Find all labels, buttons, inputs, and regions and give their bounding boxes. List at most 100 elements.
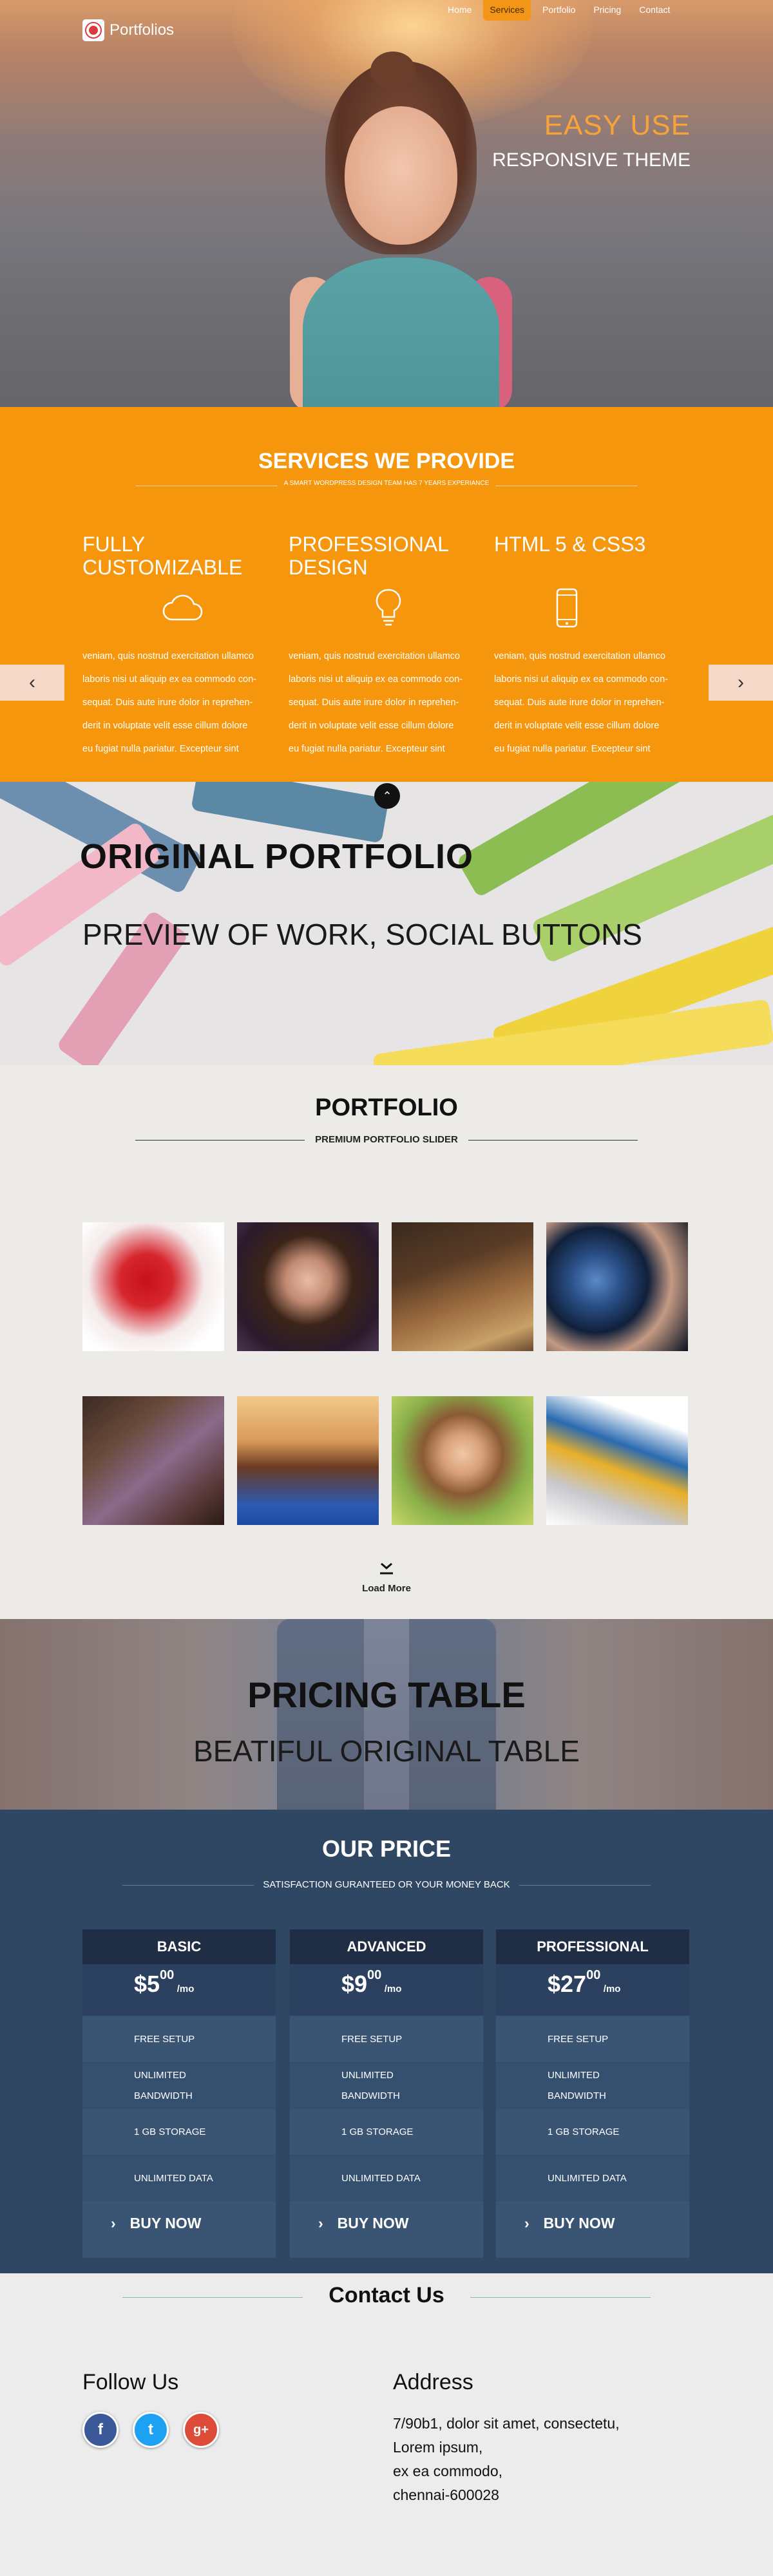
site-logo[interactable]: Portfolios (82, 19, 174, 41)
service-line: sequat. Duis aute irure dolor in reprehe… (494, 697, 665, 708)
service-line: sequat. Duis aute irure dolor in reprehe… (82, 697, 253, 708)
chevron-right-icon: › (318, 2214, 323, 2231)
buy-now-button[interactable]: › BUY NOW (496, 2201, 689, 2245)
hero-photo-dress (303, 258, 499, 407)
buy-now-button[interactable]: › BUY NOW (290, 2201, 483, 2245)
scroll-up-button[interactable]: ⌃ (374, 783, 400, 809)
pricing-plan-professional: PROFESSIONAL $2700 /mo FREE SETUP UNLIMI… (496, 1929, 689, 2258)
pricing-banner: PRICING TABLE BEATIFUL ORIGINAL TABLE (0, 1619, 773, 1810)
buy-now-button[interactable]: › BUY NOW (82, 2201, 276, 2245)
address-line: ex ea commodo, (393, 2463, 503, 2479)
portfolio-thumbnail[interactable] (82, 1222, 224, 1351)
banner-pencil (191, 782, 389, 844)
pricing-plan-advanced: ADVANCED $900 /mo FREE SETUP UNLIMITED BA… (290, 1929, 483, 2258)
portfolio-title: PORTFOLIO (315, 1094, 458, 1121)
service-item: FULLY CUSTOMIZABLE veniam, quis nostrud e… (82, 533, 282, 761)
plan-feature: 1 GB STORAGE (496, 2108, 689, 2155)
portfolio-section: PORTFOLIO PREMIUM PORTFOLIO SLIDER Load … (0, 1065, 773, 1619)
address-title: Address (393, 2370, 473, 2394)
service-line: laboris nisi ut aliquip ex ea commodo co… (494, 674, 668, 685)
plan-feature: UNLIMITED DATA (496, 2155, 689, 2201)
plan-price-period: /mo (384, 1984, 402, 1994)
service-title-line: DESIGN (289, 556, 368, 579)
contact-title-text: Contact Us (303, 2283, 470, 2307)
pricing-section: OUR PRICE SATISFACTION GURANTEED OR YOUR… (0, 1810, 773, 2273)
pricing-title: OUR PRICE (321, 1835, 452, 1862)
twitter-glyph: t (148, 2421, 153, 2438)
hero-photo-bun (370, 52, 415, 90)
slider-prev-button[interactable]: ‹ (0, 665, 64, 701)
portfolio-subtitle-text: PREMIUM PORTFOLIO SLIDER (305, 1134, 468, 1145)
service-title-line: CUSTOMIZABLE (82, 556, 243, 579)
menu-item-home[interactable]: Home (441, 0, 478, 21)
menu-item-portfolio[interactable]: Portfolio (536, 0, 582, 21)
pricing-subtitle-text: SATISFACTION GURANTEED OR YOUR MONEY BAC… (254, 1879, 519, 1890)
plan-name: PROFESSIONAL (496, 1929, 689, 1964)
load-more-button[interactable]: Load More (348, 1561, 425, 1594)
chevron-left-icon: ‹ (29, 672, 35, 693)
plan-feature-line: UNLIMITED (548, 2069, 600, 2081)
hero-text: EASY USE RESPONSIVE THEME (492, 109, 691, 171)
twitter-icon[interactable]: t (133, 2412, 169, 2448)
service-line: eu fugiat nulla pariatur. Excepteur sint (494, 744, 651, 754)
logo-icon (82, 19, 104, 41)
plan-feature: FREE SETUP (290, 2016, 483, 2062)
plan-feature: UNLIMITED BANDWIDTH (82, 2062, 276, 2108)
service-title-line: FULLY (82, 533, 146, 556)
menu-item-services[interactable]: Services (483, 0, 531, 21)
buy-now-label: BUY NOW (337, 2214, 409, 2231)
plan-feature: UNLIMITED BANDWIDTH (290, 2062, 483, 2108)
service-item: HTML 5 & CSS3 veniam, quis nostrud exerc… (494, 533, 694, 761)
plan-feature-line: BANDWIDTH (341, 2090, 400, 2101)
service-item: PROFESSIONAL DESIGN veniam, quis nostrud … (289, 533, 488, 761)
address-line: chennai-600028 (393, 2486, 499, 2503)
service-description: veniam, quis nostrud exercitation ullamc… (289, 645, 488, 761)
service-line: laboris nisi ut aliquip ex ea commodo co… (82, 674, 256, 685)
google-plus-icon[interactable]: g+ (183, 2412, 219, 2448)
contact-title: Contact Us (0, 2283, 773, 2308)
banner-title: ORIGINAL PORTFOLIO (80, 837, 473, 876)
services-subtitle: A SMART WORDPRESS DESIGN TEAM HAS 7 YEAR… (0, 480, 773, 487)
plan-feature-line: UNLIMITED (134, 2069, 186, 2081)
banner-subtitle: PREVIEW OF WORK, SOCIAL BUTTONS (82, 918, 642, 951)
facebook-icon[interactable]: f (82, 2412, 119, 2448)
service-title-line: PROFESSIONAL (289, 533, 449, 556)
portfolio-thumbnail[interactable] (237, 1396, 379, 1525)
menu-item-pricing[interactable]: Pricing (587, 0, 627, 21)
plan-price-period: /mo (177, 1984, 195, 1994)
plan-feature: FREE SETUP (82, 2016, 276, 2062)
hero-photo-face (345, 106, 457, 245)
plan-feature: UNLIMITED DATA (82, 2155, 276, 2201)
plan-feature-line: BANDWIDTH (548, 2090, 606, 2101)
service-line: eu fugiat nulla pariatur. Excepteur sint (289, 744, 445, 754)
service-line: sequat. Duis aute irure dolor in reprehe… (289, 697, 459, 708)
portfolio-thumbnail[interactable] (392, 1222, 533, 1351)
service-title: HTML 5 & CSS3 (494, 533, 694, 585)
follow-us-title: Follow Us (82, 2370, 179, 2394)
services-subtitle-text: A SMART WORDPRESS DESIGN TEAM HAS 7 YEAR… (277, 480, 496, 487)
menu-item-contact[interactable]: Contact (633, 0, 676, 21)
chevron-right-icon: › (738, 672, 744, 693)
portfolio-thumbnail[interactable] (546, 1222, 688, 1351)
service-title-line: HTML 5 & CSS3 (494, 533, 646, 556)
pricing-subtitle: SATISFACTION GURANTEED OR YOUR MONEY BAC… (0, 1879, 773, 1890)
portfolio-thumbnail[interactable] (237, 1222, 379, 1351)
slider-next-button[interactable]: › (709, 665, 773, 701)
hero-subtitle: RESPONSIVE THEME (492, 149, 691, 171)
chevron-right-icon: › (524, 2214, 530, 2231)
service-line: derit in voluptate velit esse cillum dol… (289, 721, 454, 731)
service-description: veniam, quis nostrud exercitation ullamc… (82, 645, 282, 761)
plan-price-cents: 00 (586, 1968, 601, 1982)
service-line: veniam, quis nostrud exercitation ullamc… (289, 651, 460, 661)
service-line: veniam, quis nostrud exercitation ullamc… (82, 651, 254, 661)
plan-feature: UNLIMITED BANDWIDTH (496, 2062, 689, 2108)
banner-title: PRICING TABLE (247, 1674, 526, 1715)
plan-price-cents: 00 (160, 1968, 175, 1982)
service-line: veniam, quis nostrud exercitation ullamc… (494, 651, 665, 661)
plan-price-period: /mo (603, 1984, 621, 1994)
service-title: FULLY CUSTOMIZABLE (82, 533, 282, 585)
services-title: SERVICES WE PROVIDE (258, 449, 515, 473)
portfolio-thumbnail[interactable] (392, 1396, 533, 1525)
portfolio-thumbnail[interactable] (82, 1396, 224, 1525)
portfolio-thumbnail[interactable] (546, 1396, 688, 1525)
